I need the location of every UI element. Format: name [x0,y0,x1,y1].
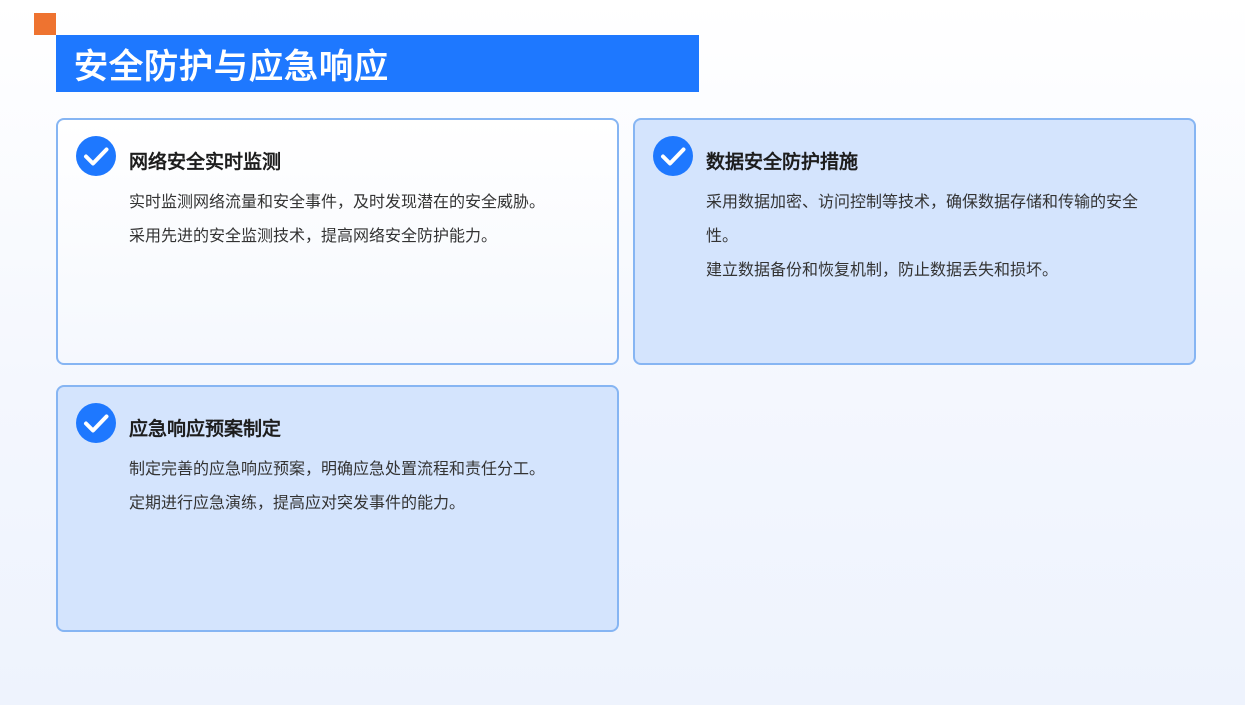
card-title: 应急响应预案制定 [129,418,282,440]
card-text-line: 制定完善的应急响应预案，明确应急处置流程和责任分工。 [129,459,546,478]
card-text-line: 实时监测网络流量和安全事件，及时发现潜在的安全威胁。 [129,192,546,211]
card-data-protection: 数据安全防护措施 采用数据加密、访问控制等技术，确保数据存储和传输的安全性。 建… [633,118,1196,365]
card-title: 数据安全防护措施 [706,151,859,173]
card-title: 网络安全实时监测 [129,151,282,173]
accent-square [34,13,56,35]
page-title: 安全防护与应急响应 [74,47,389,87]
card-network-monitoring: 网络安全实时监测 实时监测网络流量和安全事件，及时发现潜在的安全威胁。 采用先进… [56,118,619,365]
title-bar: 安全防护与应急响应 [56,35,699,92]
card-text-line: 定期进行应急演练，提高应对突发事件的能力。 [129,493,466,512]
check-circle-icon [76,403,116,443]
card-text-line: 采用数据加密、访问控制等技术，确保数据存储和传输的安全性。 [706,192,1139,245]
check-circle-icon [653,136,693,176]
card-text-line: 建立数据备份和恢复机制，防止数据丢失和损坏。 [706,260,1059,279]
card-text-line: 采用先进的安全监测技术，提高网络安全防护能力。 [129,226,498,245]
card-body: 实时监测网络流量和安全事件，及时发现潜在的安全威胁。 采用先进的安全监测技术，提… [129,185,565,253]
card-emergency-plan: 应急响应预案制定 制定完善的应急响应预案，明确应急处置流程和责任分工。 定期进行… [56,385,619,632]
card-body: 制定完善的应急响应预案，明确应急处置流程和责任分工。 定期进行应急演练，提高应对… [129,452,565,520]
check-circle-icon [76,136,116,176]
card-body: 采用数据加密、访问控制等技术，确保数据存储和传输的安全性。 建立数据备份和恢复机… [706,185,1142,287]
